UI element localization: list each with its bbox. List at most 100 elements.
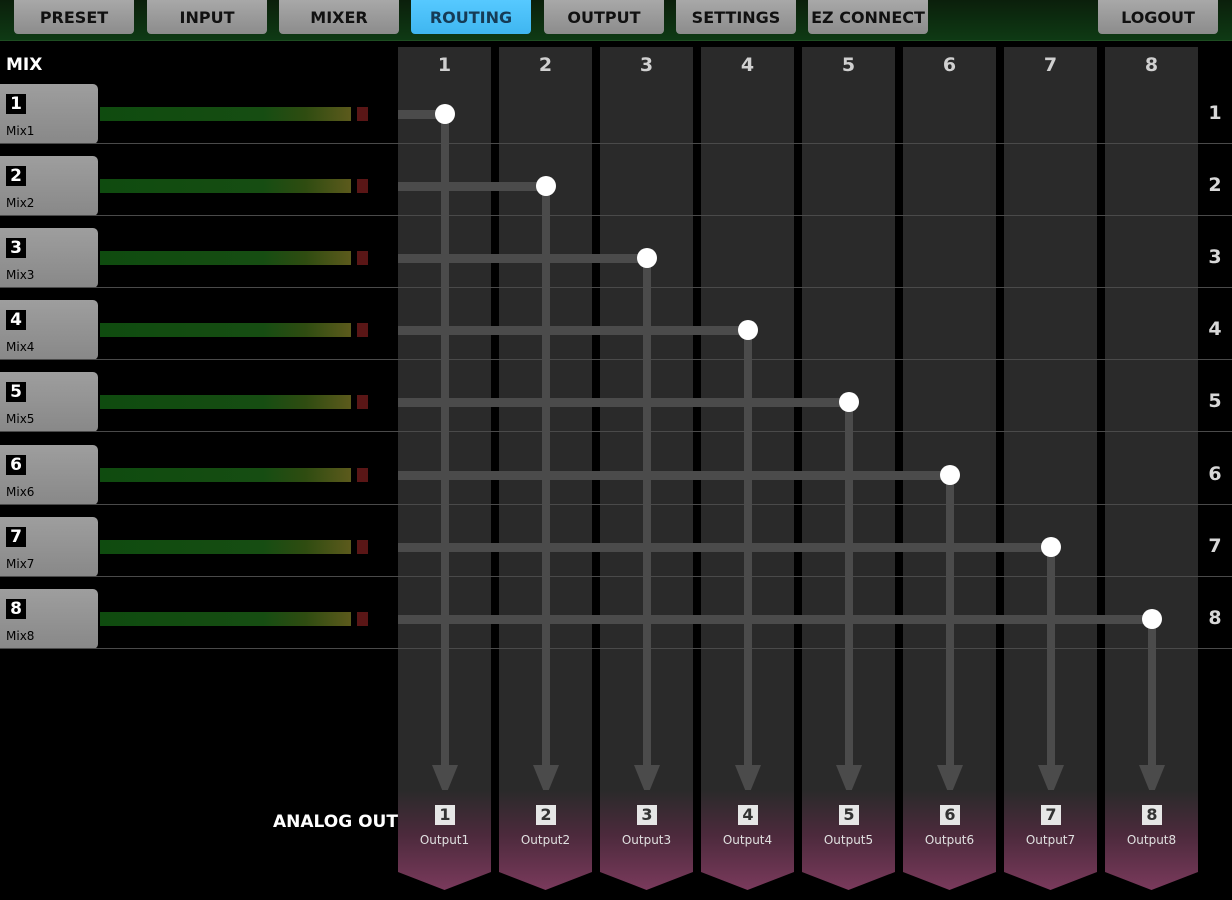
output-name: Output2 bbox=[520, 833, 571, 847]
output-number: 1 bbox=[435, 805, 455, 825]
nav-routing[interactable]: ROUTING bbox=[411, 0, 531, 34]
routing-horizontal-line bbox=[398, 615, 1152, 624]
output-tab-3[interactable]: 3 Output3 bbox=[600, 790, 693, 890]
output-tab-6[interactable]: 6 Output6 bbox=[903, 790, 996, 890]
output-tab-2[interactable]: 2 Output2 bbox=[499, 790, 592, 890]
mix-number: 4 bbox=[6, 310, 26, 330]
nav-logout[interactable]: LOGOUT bbox=[1098, 0, 1218, 34]
row-separator bbox=[0, 287, 1232, 288]
routing-column-header: 1 bbox=[437, 54, 452, 76]
level-meter bbox=[100, 540, 351, 554]
routing-node[interactable] bbox=[1040, 537, 1061, 557]
mix-number: 5 bbox=[6, 382, 26, 402]
nav-preset[interactable]: PRESET bbox=[14, 0, 134, 34]
routing-horizontal-line bbox=[398, 254, 647, 263]
row-label: 7 bbox=[1208, 535, 1222, 557]
output-name: Output5 bbox=[823, 833, 874, 847]
mix-name: Mix6 bbox=[6, 485, 35, 499]
mix-button-2[interactable]: 2 Mix2 bbox=[0, 156, 98, 216]
output-name: Output3 bbox=[621, 833, 672, 847]
output-name: Output6 bbox=[924, 833, 975, 847]
mix-name: Mix1 bbox=[6, 124, 35, 138]
mix-name: Mix7 bbox=[6, 557, 35, 571]
top-navigation: PRESET INPUT MIXER ROUTING OUTPUT SETTIN… bbox=[0, 0, 1232, 41]
row-separator bbox=[0, 504, 1232, 505]
mix-name: Mix3 bbox=[6, 268, 35, 282]
row-label: 4 bbox=[1208, 318, 1222, 340]
mix-button-4[interactable]: 4 Mix4 bbox=[0, 300, 98, 360]
output-tab-4[interactable]: 4 Output4 bbox=[701, 790, 794, 890]
clip-indicator bbox=[357, 540, 368, 554]
routing-node[interactable] bbox=[434, 104, 455, 124]
mix-button-1[interactable]: 1 Mix1 bbox=[0, 84, 98, 144]
clip-indicator bbox=[357, 395, 368, 409]
output-name: Output8 bbox=[1126, 833, 1177, 847]
mix-number: 8 bbox=[6, 599, 26, 619]
output-number: 3 bbox=[637, 805, 657, 825]
output-name: Output1 bbox=[419, 833, 470, 847]
row-label: 6 bbox=[1208, 463, 1222, 485]
routing-column-header: 2 bbox=[538, 54, 553, 76]
routing-horizontal-line bbox=[398, 398, 849, 407]
routing-vertical-line bbox=[1147, 619, 1156, 767]
output-tab-5[interactable]: 5 Output5 bbox=[802, 790, 895, 890]
row-label: 8 bbox=[1208, 607, 1222, 629]
mix-button-6[interactable]: 6 Mix6 bbox=[0, 445, 98, 505]
routing-horizontal-line bbox=[398, 326, 748, 335]
mix-name: Mix8 bbox=[6, 629, 35, 643]
mix-number: 2 bbox=[6, 166, 26, 186]
routing-column-header: 3 bbox=[639, 54, 654, 76]
mix-section-title: MIX bbox=[6, 55, 43, 75]
nav-output[interactable]: OUTPUT bbox=[544, 0, 664, 34]
nav-ez-connect[interactable]: EZ CONNECT bbox=[808, 0, 928, 34]
row-label: 2 bbox=[1208, 174, 1222, 196]
nav-settings[interactable]: SETTINGS bbox=[676, 0, 796, 34]
mix-name: Mix2 bbox=[6, 196, 35, 210]
routing-column-header: 5 bbox=[841, 54, 856, 76]
clip-indicator bbox=[357, 107, 368, 121]
output-name: Output4 bbox=[722, 833, 773, 847]
output-number: 5 bbox=[839, 805, 859, 825]
mix-name: Mix5 bbox=[6, 412, 35, 426]
routing-node[interactable] bbox=[636, 248, 657, 268]
clip-indicator bbox=[357, 179, 368, 193]
mix-number: 1 bbox=[6, 94, 26, 114]
row-separator bbox=[0, 143, 1232, 144]
output-number: 4 bbox=[738, 805, 758, 825]
row-label: 5 bbox=[1208, 390, 1222, 412]
routing-node[interactable] bbox=[737, 320, 758, 340]
row-label: 3 bbox=[1208, 246, 1222, 268]
output-name: Output7 bbox=[1025, 833, 1076, 847]
nav-input[interactable]: INPUT bbox=[147, 0, 267, 34]
routing-node[interactable] bbox=[1141, 609, 1162, 629]
mix-number: 3 bbox=[6, 238, 26, 258]
output-tab-7[interactable]: 7 Output7 bbox=[1004, 790, 1097, 890]
routing-node[interactable] bbox=[535, 176, 556, 196]
routing-node[interactable] bbox=[838, 392, 859, 412]
mix-button-5[interactable]: 5 Mix5 bbox=[0, 372, 98, 432]
routing-horizontal-line bbox=[398, 471, 950, 480]
output-tab-8[interactable]: 8 Output8 bbox=[1105, 790, 1198, 890]
routing-vertical-line bbox=[440, 114, 449, 767]
level-meter bbox=[100, 612, 351, 626]
routing-vertical-line bbox=[844, 402, 853, 767]
analog-out-title: ANALOG OUT bbox=[273, 812, 398, 832]
routing-column-header: 8 bbox=[1144, 54, 1159, 76]
routing-node[interactable] bbox=[939, 465, 960, 485]
routing-horizontal-line bbox=[398, 543, 1051, 552]
output-tab-1[interactable]: 1 Output1 bbox=[398, 790, 491, 890]
clip-indicator bbox=[357, 468, 368, 482]
routing-vertical-line bbox=[1046, 547, 1055, 767]
mix-button-8[interactable]: 8 Mix8 bbox=[0, 589, 98, 649]
mix-name: Mix4 bbox=[6, 340, 35, 354]
clip-indicator bbox=[357, 251, 368, 265]
level-meter bbox=[100, 251, 351, 265]
output-number: 7 bbox=[1041, 805, 1061, 825]
mix-button-3[interactable]: 3 Mix3 bbox=[0, 228, 98, 288]
mix-button-7[interactable]: 7 Mix7 bbox=[0, 517, 98, 577]
level-meter bbox=[100, 107, 351, 121]
nav-mixer[interactable]: MIXER bbox=[279, 0, 399, 34]
mix-number: 6 bbox=[6, 455, 26, 475]
level-meter bbox=[100, 179, 351, 193]
routing-column-header: 6 bbox=[942, 54, 957, 76]
